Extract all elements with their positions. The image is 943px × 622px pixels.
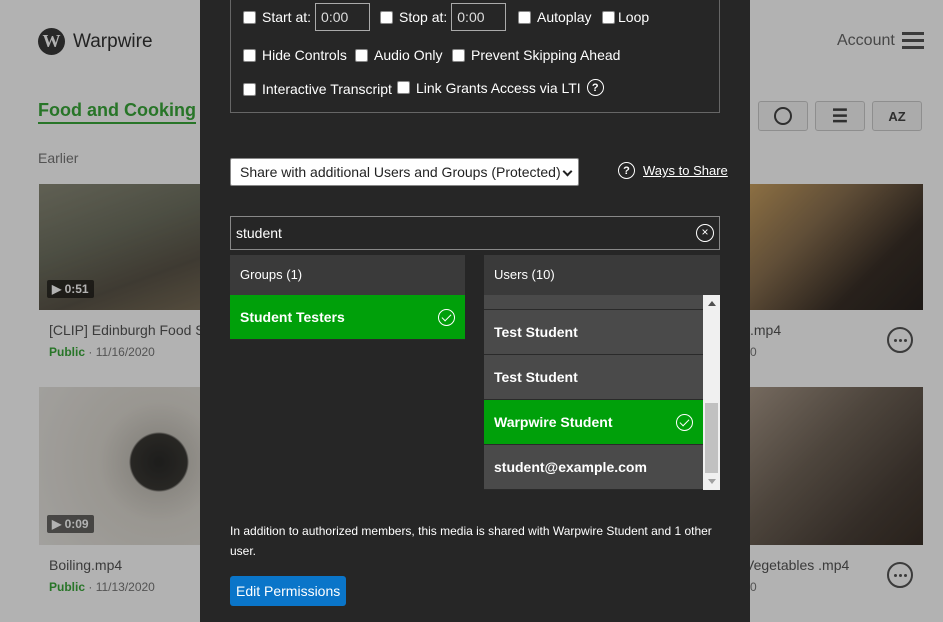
group-name: Student Testers (240, 309, 345, 325)
stop-at-option: Stop at: 0:00 (380, 3, 507, 31)
prevent-skip-checkbox[interactable] (452, 48, 465, 62)
users-header: Users (10) (484, 255, 720, 295)
check-circle-icon (676, 414, 693, 431)
clear-search-icon[interactable]: × (696, 224, 714, 242)
help-icon[interactable]: ? (618, 162, 635, 179)
stop-at-checkbox[interactable] (380, 10, 393, 24)
share-search-input[interactable]: student × (230, 216, 720, 250)
search-value: student (236, 225, 282, 241)
link-grants-label: Link Grants Access via LTI (416, 79, 581, 96)
share-mode-value: Share with additional Users and Groups (… (240, 164, 561, 180)
groups-column: Groups (1) Student Testers (230, 255, 465, 340)
hide-controls-label: Hide Controls (262, 47, 347, 63)
users-scrollbar[interactable] (703, 295, 720, 490)
link-grants-checkbox[interactable] (397, 81, 410, 94)
user-name: Test Student (494, 324, 578, 340)
loop-checkbox[interactable] (602, 10, 615, 24)
audio-only-checkbox[interactable] (355, 48, 368, 62)
sharing-note: In addition to authorized members, this … (230, 524, 712, 558)
ways-to-share-link[interactable]: Ways to Share (643, 163, 728, 178)
link-grants-option[interactable]: Link Grants Access via LTI ? (397, 79, 604, 96)
audio-only-option[interactable]: Audio Only (355, 47, 442, 63)
scroll-up-icon[interactable] (708, 301, 716, 306)
share-modal: Start at: 0:00 Stop at: 0:00 Autoplay Lo… (200, 0, 750, 622)
loop-label: Loop (618, 9, 650, 25)
autoplay-option[interactable]: Autoplay (518, 9, 591, 25)
audio-only-label: Audio Only (374, 47, 443, 63)
interactive-transcript-checkbox[interactable] (243, 82, 256, 96)
embed-options-panel: Start at: 0:00 Stop at: 0:00 Autoplay Lo… (230, 0, 720, 113)
scroll-down-icon[interactable] (708, 479, 716, 484)
help-icon[interactable]: ? (586, 79, 604, 96)
user-item[interactable]: Warpwire Student (484, 400, 703, 445)
autoplay-checkbox[interactable] (518, 10, 531, 24)
autoplay-label: Autoplay (537, 9, 592, 25)
group-item[interactable]: Student Testers (230, 295, 465, 340)
start-at-checkbox[interactable] (243, 10, 256, 24)
user-name: Test Student (494, 369, 578, 385)
user-item[interactable]: Test Student (484, 310, 703, 355)
hide-controls-checkbox[interactable] (243, 48, 256, 62)
start-at-option: Start at: 0:00 (243, 3, 371, 31)
chevron-down-icon (562, 166, 573, 177)
ways-to-share[interactable]: ? Ways to Share (618, 162, 728, 179)
groups-header: Groups (1) (230, 255, 465, 295)
stop-at-input[interactable]: 0:00 (451, 3, 507, 31)
user-item[interactable]: Test Student (484, 355, 703, 400)
stop-at-label: Stop at: (399, 9, 448, 25)
prevent-skip-option[interactable]: Prevent Skipping Ahead (452, 47, 620, 63)
user-item[interactable]: student@example.com (484, 445, 703, 490)
scrollbar-thumb[interactable] (705, 403, 718, 473)
prevent-skip-label: Prevent Skipping Ahead (471, 47, 621, 63)
loop-option[interactable]: Loop (602, 9, 649, 25)
share-mode-select[interactable]: Share with additional Users and Groups (… (230, 158, 579, 186)
users-column: Users (10) Test Student Test Student War… (484, 255, 720, 490)
user-name: Warpwire Student (494, 414, 613, 430)
user-name: student@example.com (494, 459, 647, 475)
edit-permissions-button[interactable]: Edit Permissions (230, 576, 347, 606)
check-circle-icon (438, 309, 455, 326)
start-at-input[interactable]: 0:00 (315, 3, 371, 31)
start-at-label: Start at: (262, 9, 312, 25)
list-item[interactable] (484, 295, 703, 310)
hide-controls-option[interactable]: Hide Controls (243, 47, 347, 63)
interactive-transcript-label: Interactive Transcript (262, 81, 392, 97)
interactive-transcript-option[interactable]: Interactive Transcript (243, 81, 392, 97)
users-list[interactable]: Test Student Test Student Warpwire Stude… (484, 295, 720, 490)
